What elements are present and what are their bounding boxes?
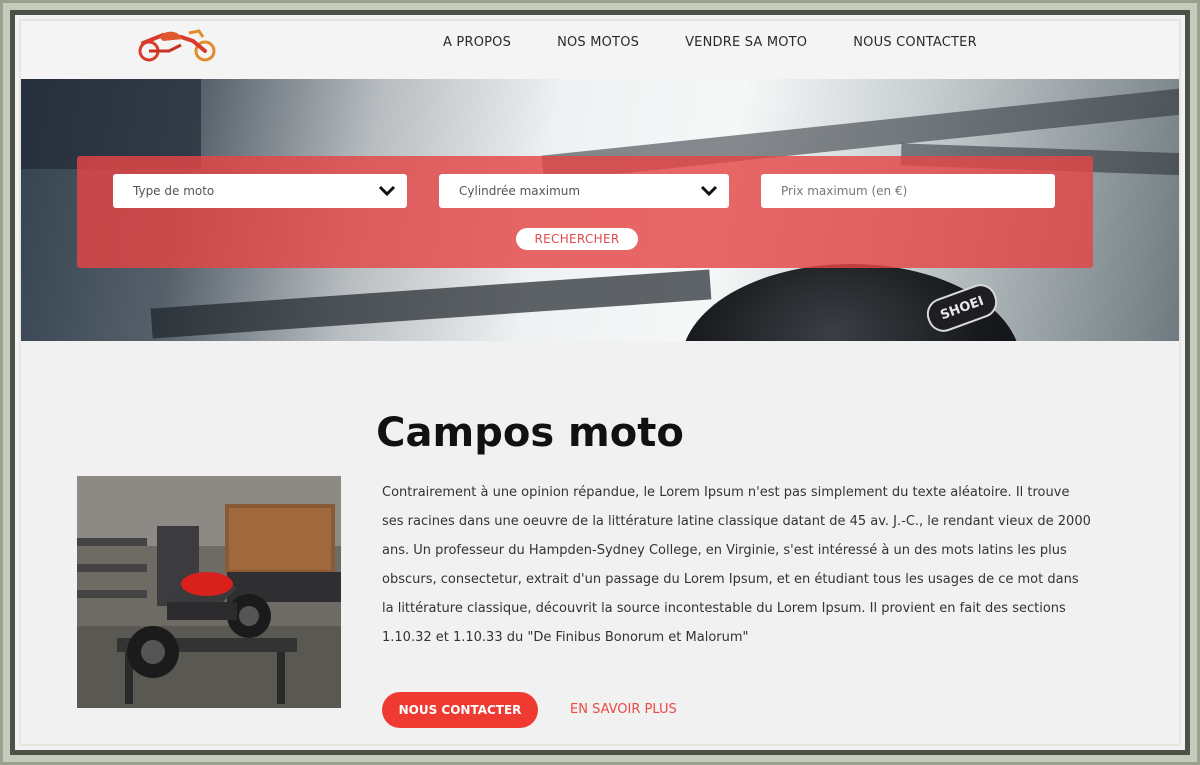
contact-button[interactable]: NOUS CONTACTER — [382, 692, 538, 728]
title-wrap: Campos moto — [21, 410, 1179, 456]
price-field[interactable] — [761, 174, 1055, 208]
moto-type-select[interactable]: Type de moto — [113, 174, 407, 208]
main-nav: A PROPOS NOS MOTOS VENDRE SA MOTO NOUS C… — [443, 35, 977, 50]
garage-photo — [77, 476, 341, 708]
nav-item-a-propos[interactable]: A PROPOS — [443, 35, 511, 50]
price-input[interactable] — [781, 174, 1055, 208]
motorcycle-logo-icon[interactable] — [133, 27, 223, 63]
cylinder-select[interactable]: Cylindrée maximum — [439, 174, 729, 208]
learn-more-link[interactable]: EN SAVOIR PLUS — [570, 702, 677, 717]
page: A PROPOS NOS MOTOS VENDRE SA MOTO NOUS C… — [19, 19, 1181, 746]
chevron-down-icon — [700, 185, 718, 197]
chevron-down-icon — [378, 185, 396, 197]
hero-beam — [150, 269, 712, 339]
page-title: Campos moto — [376, 410, 684, 456]
nav-item-nos-motos[interactable]: NOS MOTOS — [557, 35, 639, 50]
header: A PROPOS NOS MOTOS VENDRE SA MOTO NOUS C… — [21, 21, 1179, 79]
cylinder-value: Cylindrée maximum — [459, 184, 581, 198]
search-button[interactable]: RECHERCHER — [516, 228, 638, 250]
page-frame: A PROPOS NOS MOTOS VENDRE SA MOTO NOUS C… — [10, 10, 1190, 755]
nav-item-nous-contacter[interactable]: NOUS CONTACTER — [853, 35, 977, 50]
nav-item-vendre-sa-moto[interactable]: VENDRE SA MOTO — [685, 35, 807, 50]
moto-type-value: Type de moto — [133, 184, 215, 198]
search-panel: Type de moto Cylindrée maximum RECHERCHE… — [77, 156, 1093, 268]
intro-paragraph: Contrairement à une opinion répandue, le… — [382, 485, 1091, 645]
hero-banner: SHOEI Type de moto Cylindrée maximum Pri… — [21, 79, 1179, 341]
